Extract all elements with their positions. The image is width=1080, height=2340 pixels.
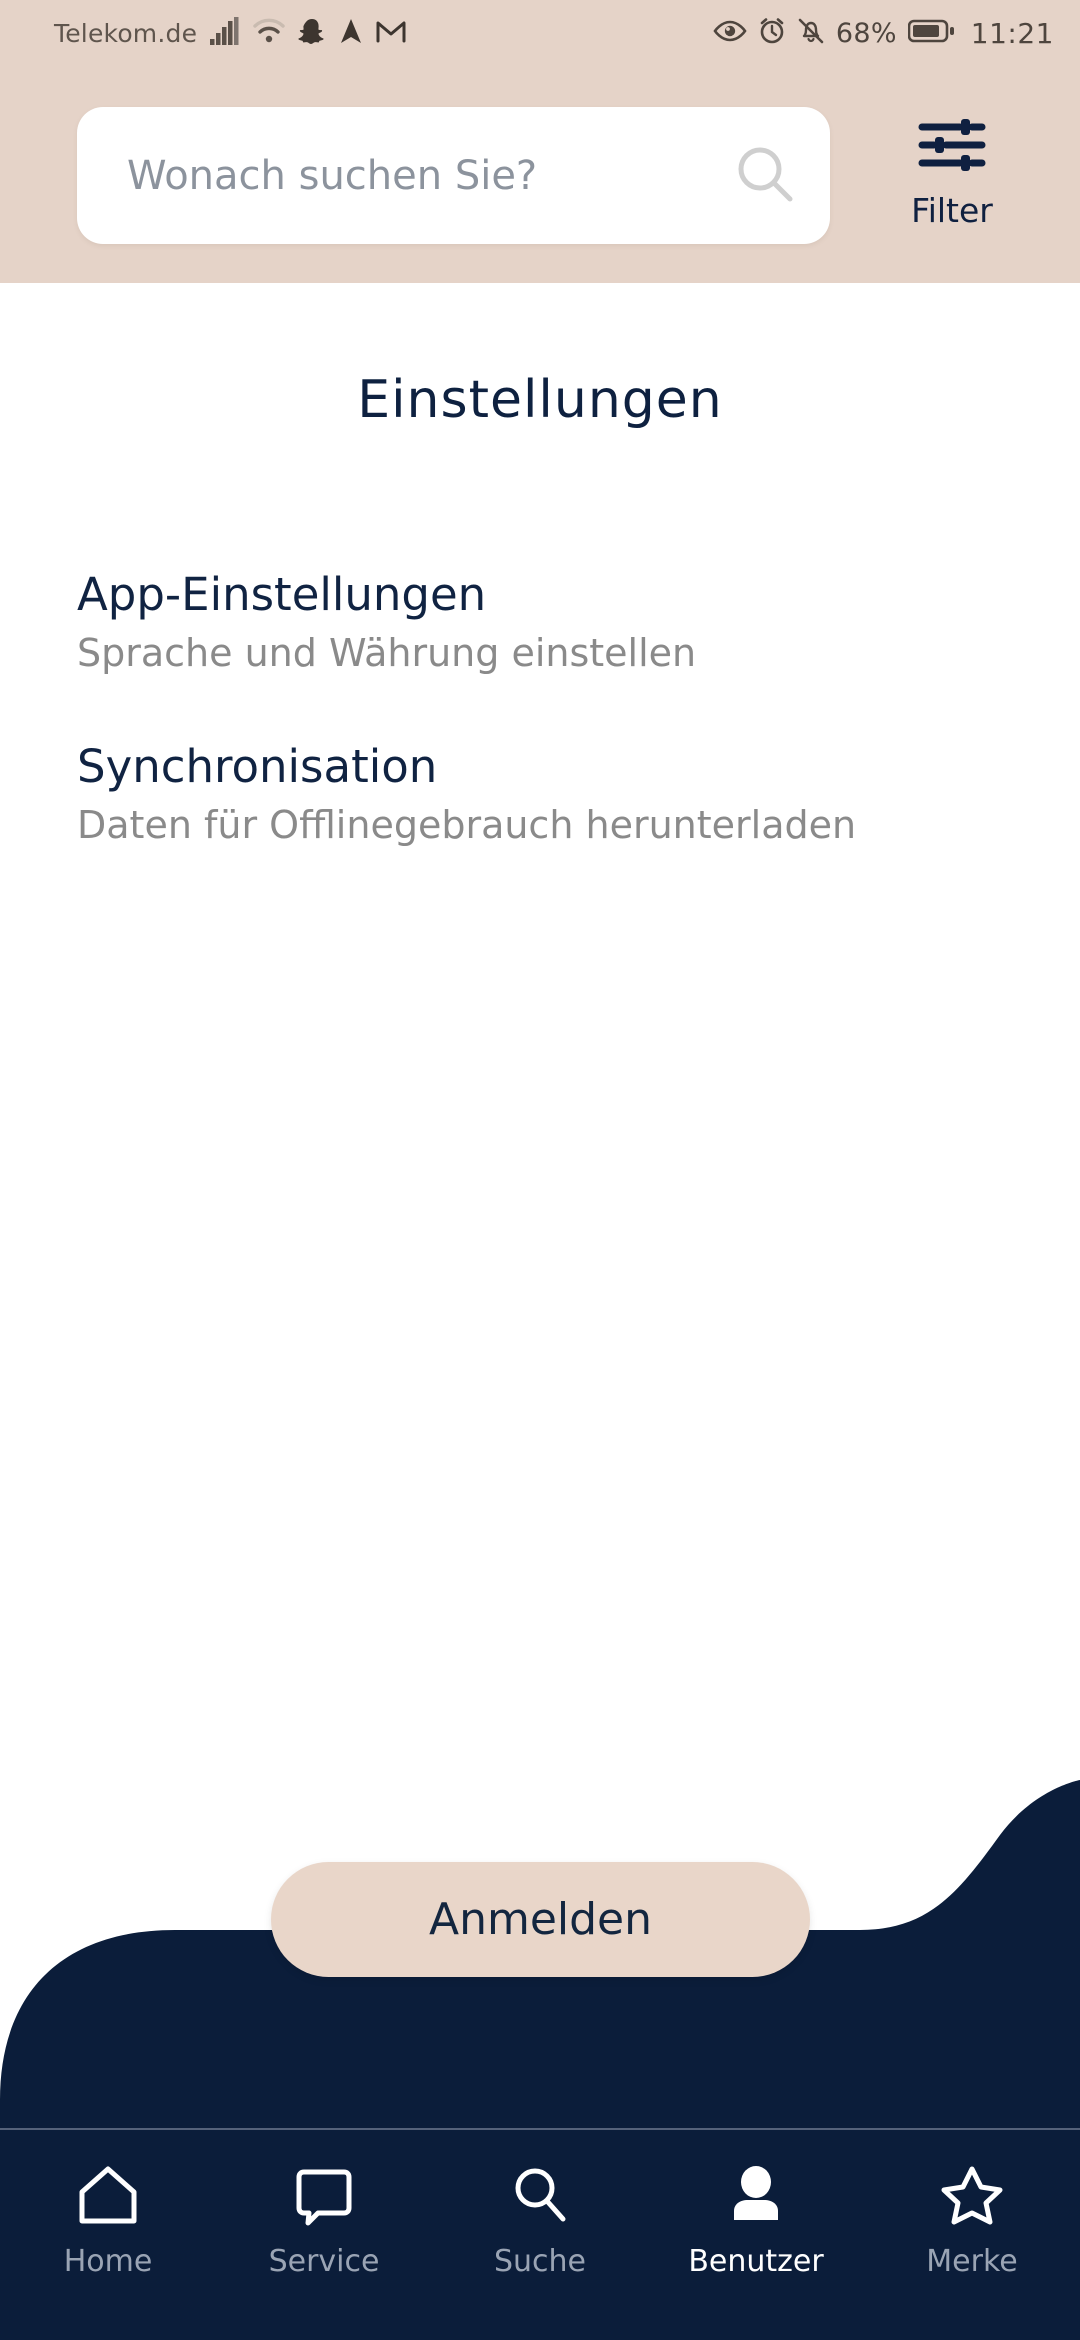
settings-item-subtitle: Sprache und Währung einstellen (77, 631, 697, 676)
person-icon (726, 2164, 786, 2230)
signal-bars-icon (210, 17, 240, 49)
search-row: Filter (0, 107, 1080, 247)
settings-item-app[interactable]: App-Einstellungen Sprache und Währung ei… (77, 568, 1007, 676)
nav-label: Home (63, 2244, 153, 2279)
search-icon[interactable] (734, 143, 796, 209)
status-bar-left: Telekom.de (54, 17, 406, 49)
settings-item-subtitle: Daten für Offlinegebrauch herunterladen (77, 803, 857, 848)
nav-item-service[interactable]: Service (216, 2130, 432, 2279)
search-input[interactable] (127, 152, 734, 199)
clock-label: 11:21 (970, 16, 1054, 50)
nav-item-home[interactable]: Home (0, 2130, 216, 2279)
status-bar: Telekom.de 68% 11:21 (0, 0, 1080, 66)
settings-item-title: Synchronisation (77, 740, 438, 794)
filter-label: Filter (911, 191, 993, 230)
home-icon (76, 2164, 140, 2230)
nav-label: Suche (493, 2244, 587, 2279)
nav-label: Benutzer (688, 2244, 824, 2279)
alarm-clock-icon (758, 17, 786, 49)
navigation-arrow-icon (339, 17, 363, 49)
gmail-icon (376, 19, 406, 47)
bell-muted-icon (797, 17, 825, 49)
search-icon (510, 2164, 570, 2230)
battery-icon (907, 19, 954, 47)
nav-item-merke[interactable]: Merke (864, 2130, 1080, 2279)
page-title: Einstellungen (357, 370, 723, 430)
status-bar-right: 68% 11:21 (713, 17, 1054, 50)
nav-label: Service (268, 2244, 380, 2279)
sliders-icon (916, 113, 988, 181)
settings-item-title: App-Einstellungen (77, 568, 487, 621)
snapchat-icon (298, 17, 326, 49)
bottom-navigation: Home Service Suche Benutzer Merke (0, 2128, 1080, 2340)
anmelden-button[interactable]: Anmelden (271, 1862, 810, 1977)
chat-bubble-icon (294, 2164, 354, 2230)
battery-percent-label: 68% (835, 17, 897, 49)
nav-item-suche[interactable]: Suche (432, 2130, 648, 2279)
settings-list: App-Einstellungen Sprache und Währung ei… (77, 568, 1007, 914)
star-icon (941, 2164, 1003, 2230)
filter-button[interactable]: Filter (862, 113, 1042, 230)
eye-icon (713, 19, 747, 47)
search-bar[interactable] (77, 107, 830, 244)
anmelden-label: Anmelden (428, 1894, 653, 1945)
nav-item-benutzer[interactable]: Benutzer (648, 2130, 864, 2279)
nav-label: Merke (926, 2244, 1018, 2279)
wifi-icon (253, 18, 285, 48)
carrier-label: Telekom.de (54, 18, 198, 48)
settings-item-sync[interactable]: Synchronisation Daten für Offlinegebrauc… (77, 740, 1007, 848)
app-screen: Telekom.de 68% 11:21 Wonach suchen Sie? … (0, 0, 1080, 2340)
